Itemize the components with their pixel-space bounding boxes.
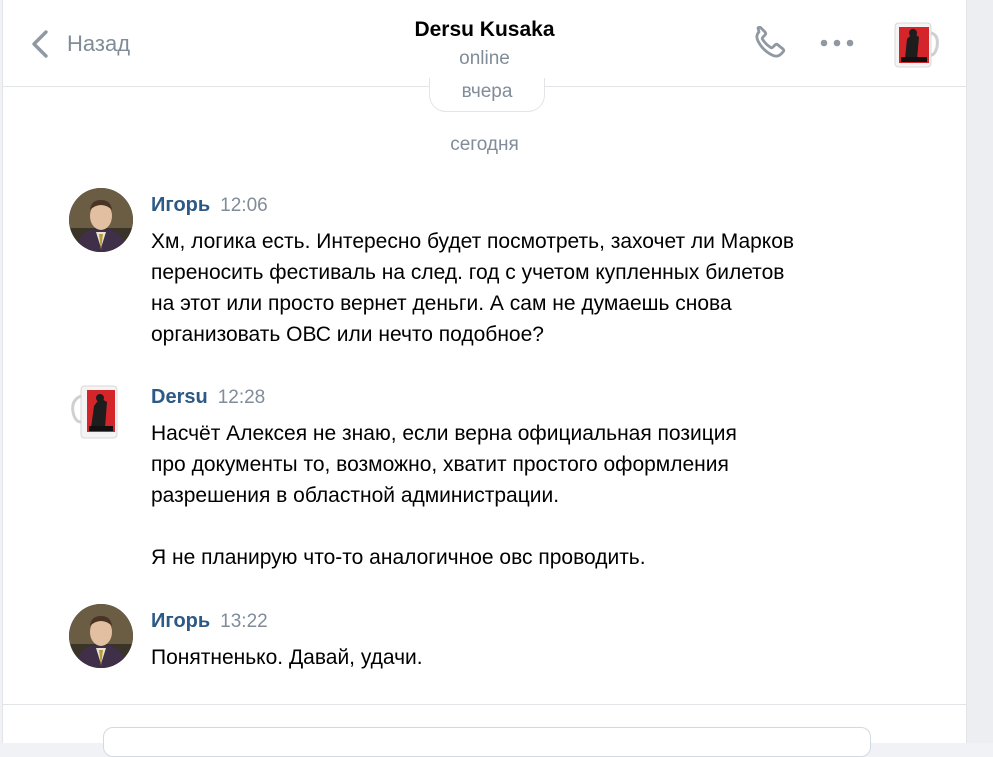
- message-time: 12:28: [217, 387, 266, 408]
- message-input[interactable]: [103, 727, 871, 757]
- contact-avatar[interactable]: [887, 19, 939, 71]
- message-author[interactable]: Игорь: [151, 610, 210, 632]
- message-meta: Dersu 12:28: [151, 386, 265, 409]
- message-item: Dersu 12:28 Насчёт Алексея не знаю, если …: [69, 380, 829, 580]
- avatar[interactable]: [69, 188, 133, 252]
- message-item: Игорь 13:22 Понятненько. Давай, удачи.: [69, 604, 829, 684]
- message-text: Насчёт Алексея не знаю, если верна офици…: [151, 418, 751, 573]
- composer-divider: [3, 704, 966, 705]
- message-text: Хм, логика есть. Интересно будет посмотр…: [151, 226, 811, 350]
- message-time: 13:22: [220, 611, 268, 632]
- more-dots-icon[interactable]: [817, 33, 857, 53]
- message-item: Игорь 12:06 Хм, логика есть. Интересно бу…: [69, 188, 829, 348]
- message-meta: Игорь 12:06: [151, 194, 268, 217]
- message-text: Понятненько. Давай, удачи.: [151, 642, 811, 673]
- message-paragraph: Насчёт Алексея не знаю, если верна офици…: [151, 422, 737, 507]
- avatar[interactable]: [69, 380, 133, 444]
- date-separator-today: сегодня: [450, 134, 519, 155]
- avatar[interactable]: [69, 604, 133, 668]
- phone-icon[interactable]: [751, 26, 789, 62]
- message-author[interactable]: Dersu: [151, 386, 208, 408]
- message-paragraph: Хм, логика есть. Интересно будет посмотр…: [151, 230, 795, 346]
- message-author[interactable]: Игорь: [151, 194, 210, 216]
- date-label-previous: вчера: [429, 78, 545, 112]
- page-background-strip: [967, 0, 993, 743]
- chat-header: Назад Dersu Kusaka online: [3, 0, 966, 87]
- message-paragraph: Я не планирую что-то аналогичное овс про…: [151, 546, 646, 569]
- message-time: 12:06: [220, 195, 268, 216]
- message-meta: Игорь 13:22: [151, 610, 268, 633]
- chat-window: Назад Dersu Kusaka online вчера сегодня: [2, 0, 967, 757]
- message-paragraph: Понятненько. Давай, удачи.: [151, 646, 423, 669]
